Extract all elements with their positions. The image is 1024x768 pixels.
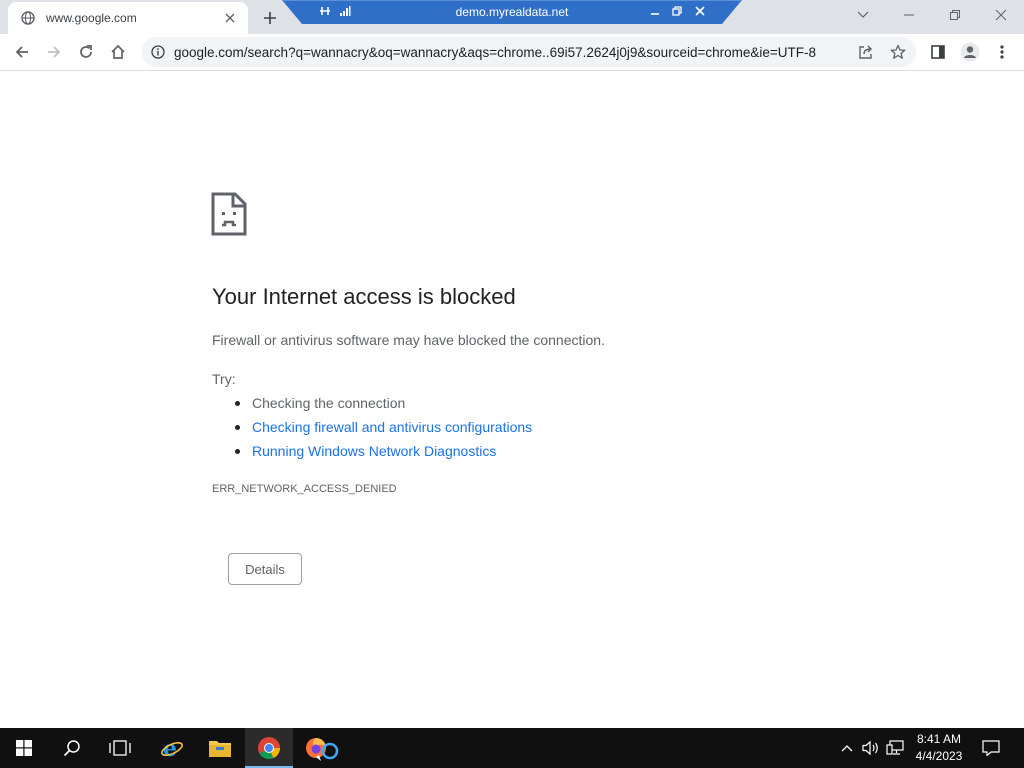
try-label: Try: [212,371,236,387]
task-view-icon[interactable] [96,728,144,768]
error-title: Your Internet access is blocked [212,284,516,309]
suggestion-link-firewall[interactable]: Checking firewall and antivirus configur… [232,418,532,442]
kebab-menu-icon[interactable] [988,38,1016,66]
arrow-right-icon[interactable] [40,38,68,66]
suggestion-link-diagnostics[interactable]: Running Windows Network Diagnostics [232,442,532,466]
suggestion-check-connection: Checking the connection [232,394,532,418]
clock-date: 4/4/2023 [915,749,963,763]
close-icon[interactable] [978,0,1024,30]
minimize-icon[interactable] [886,0,932,30]
suggestion-list: Checking the connection Checking firewal… [232,394,532,466]
plus-icon[interactable] [258,6,282,30]
chevron-down-icon[interactable] [840,0,886,30]
error-code: ERR_NETWORK_ACCESS_DENIED [212,483,397,495]
remote-session-bar[interactable]: demo.myrealdata.net [282,0,742,24]
restore-icon[interactable] [670,4,684,18]
taskbar: e 8:41 AM 4/4/2023 [0,728,1024,768]
arrow-left-icon[interactable] [8,38,36,66]
sad-page-icon [211,192,247,236]
home-icon[interactable] [104,38,132,66]
globe-icon [20,10,36,26]
notification-icon[interactable] [982,739,1000,757]
profile-icon[interactable] [956,38,984,66]
close-tab-icon[interactable] [222,10,238,26]
file-explorer-icon[interactable] [196,728,244,768]
internet-explorer-icon[interactable]: e [148,728,196,768]
search-icon[interactable] [48,728,96,768]
share-icon[interactable] [856,42,876,62]
address-bar[interactable]: google.com/search?q=wannacry&oq=wannacry… [142,37,916,67]
firefox-icon[interactable] [297,728,345,768]
browser-toolbar: google.com/search?q=wannacry&oq=wannacry… [0,34,1024,71]
star-icon[interactable] [888,42,908,62]
system-clock[interactable]: 8:41 AM 4/4/2023 [908,731,970,765]
reload-icon[interactable] [72,38,100,66]
restore-icon[interactable] [932,0,978,30]
error-page: Your Internet access is blocked Firewall… [0,72,1024,728]
windows-start-icon[interactable] [0,728,48,768]
url-text[interactable]: google.com/search?q=wannacry&oq=wannacry… [174,45,846,60]
side-panel-icon[interactable] [924,38,952,66]
error-description: Firewall or antivirus software may have … [212,332,605,348]
volume-icon[interactable] [862,739,880,757]
minimize-icon[interactable] [648,4,662,18]
network-icon[interactable] [886,739,904,757]
chrome-icon[interactable] [245,728,293,768]
close-icon[interactable] [693,4,707,18]
browser-tab[interactable]: www.google.com [8,2,248,34]
clock-time: 8:41 AM [916,732,962,746]
site-info-icon[interactable] [150,44,166,60]
details-button[interactable]: Details [228,553,302,585]
tab-title: www.google.com [46,11,137,25]
tab-strip: www.google.com demo.myrealdata.net [0,0,1024,34]
chevron-up-icon[interactable] [838,739,856,757]
